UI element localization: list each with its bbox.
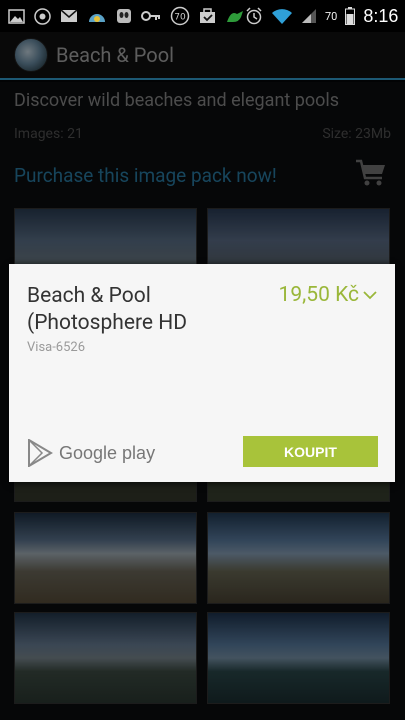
battery-percent: 70 <box>325 9 338 23</box>
svg-text:70: 70 <box>174 13 186 23</box>
payment-account: Visa-6526 <box>27 340 86 355</box>
signal-icon <box>302 9 316 23</box>
wifi-icon <box>272 8 292 24</box>
mail-icon <box>60 9 78 22</box>
alarm-icon <box>246 7 262 25</box>
image-icon <box>8 8 25 24</box>
clock: 8:16 <box>363 5 399 26</box>
chrome-icon <box>34 7 51 25</box>
speed-limit-icon: 70 <box>170 6 190 26</box>
notification-icons: 70 <box>8 6 245 26</box>
alien-icon <box>117 9 131 23</box>
chevron-down-icon[interactable] <box>363 290 377 300</box>
weather-icon <box>89 14 105 22</box>
system-icons: 70 8:16 <box>245 6 398 27</box>
google-play-logo: Google play <box>27 439 155 467</box>
android-icon <box>227 11 243 22</box>
purchase-dialog: Beach & Pool (Photosphere HD Visa-6526 1… <box>9 264 395 482</box>
key-icon <box>141 11 160 21</box>
briefcase-check-icon <box>200 8 215 23</box>
status-bar: 70 70 8:16 <box>0 0 405 32</box>
buy-button[interactable]: KOUPIT <box>243 436 378 467</box>
product-title: Beach & Pool (Photosphere HD <box>27 284 187 335</box>
product-price[interactable]: 19,50 Kč <box>279 283 359 307</box>
play-triangle-icon <box>28 439 53 467</box>
battery-icon <box>345 7 356 25</box>
store-label: Google play <box>59 442 156 463</box>
